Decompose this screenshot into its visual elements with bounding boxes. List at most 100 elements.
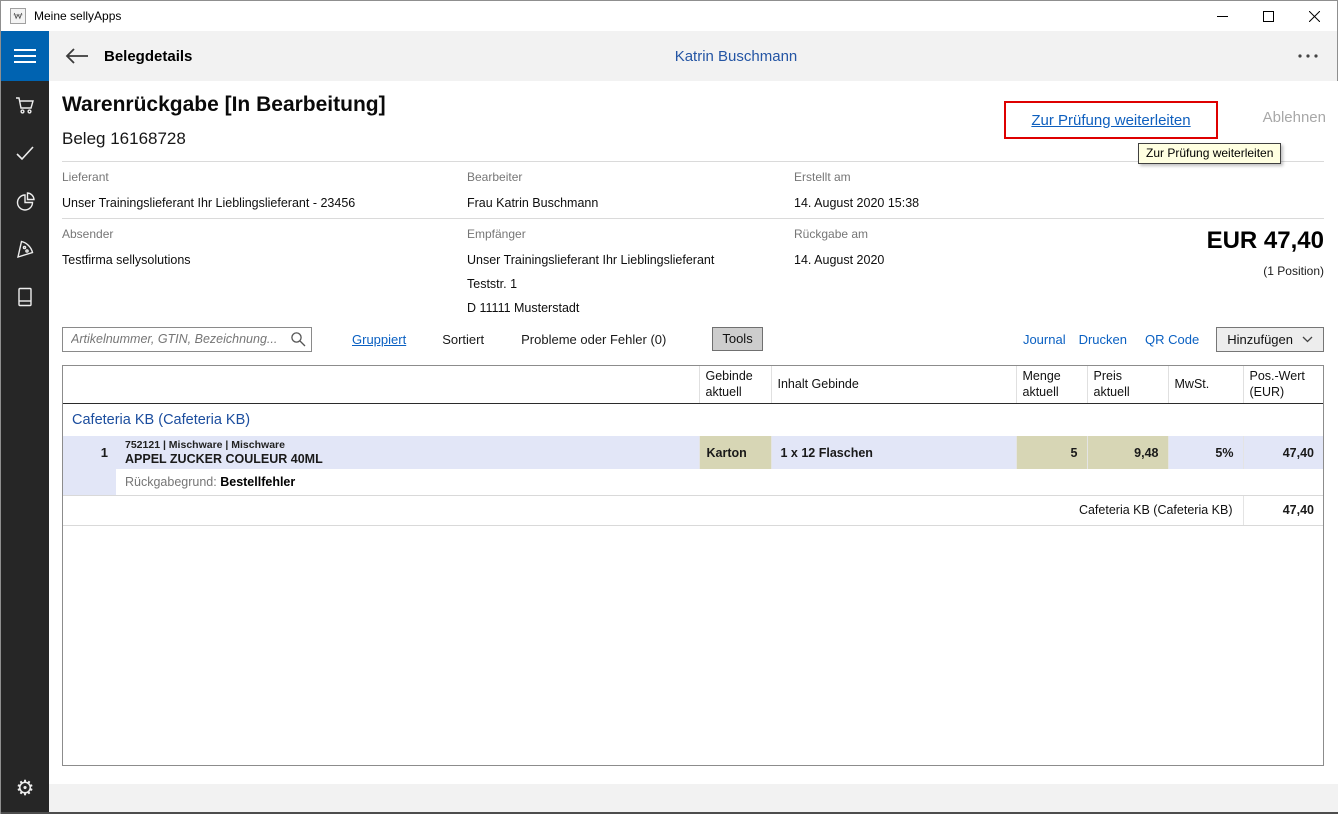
gruppiert-toggle[interactable]: Gruppiert <box>352 332 406 347</box>
info-label: Absender <box>62 227 191 241</box>
cart-icon <box>13 93 37 117</box>
back-button[interactable] <box>57 31 97 81</box>
info-value: 14. August 2020 <box>794 248 884 272</box>
item-toolbar: Gruppiert Sortiert Probleme oder Fehler … <box>62 326 1324 352</box>
title-bar: Meine sellyApps <box>1 1 1337 31</box>
info-label: Empfänger <box>467 227 714 241</box>
app-logo-icon <box>10 8 26 24</box>
inhalt-cell: 1 x 12 Flaschen <box>771 436 1016 469</box>
search-field-wrap <box>62 327 312 352</box>
sidebar-item-statistics[interactable] <box>1 177 49 225</box>
reason-cell: Rückgabegrund: Bestellfehler <box>116 469 1323 495</box>
article-name: APPEL ZUCKER COULEUR 40ML <box>125 452 699 467</box>
info-lieferant: Lieferant Unser Trainingslieferant Ihr L… <box>62 170 355 215</box>
col-header-preis[interactable]: Preis aktuell <box>1087 366 1168 403</box>
col-header-mwst[interactable]: MwSt. <box>1168 366 1243 403</box>
hinzufuegen-label: Hinzufügen <box>1227 332 1293 347</box>
preis-cell[interactable]: 9,48 <box>1087 436 1168 469</box>
divider <box>62 161 1324 162</box>
journal-link[interactable]: Journal <box>1023 332 1066 347</box>
reason-label: Rückgabegrund: <box>125 475 217 489</box>
sidebar-item-cart[interactable] <box>1 81 49 129</box>
group-header-row[interactable]: Cafeteria KB (Cafeteria KB) <box>63 403 1323 436</box>
reason-value: Bestellfehler <box>220 475 295 489</box>
info-label: Lieferant <box>62 170 355 184</box>
sortiert-toggle[interactable]: Sortiert <box>442 332 484 347</box>
menge-cell[interactable]: 5 <box>1016 436 1087 469</box>
chevron-down-icon <box>1302 336 1313 343</box>
reject-button[interactable]: Ablehnen <box>1263 109 1326 126</box>
gear-icon: ⚙ <box>16 776 35 800</box>
info-label: Rückgabe am <box>794 227 884 241</box>
col-header-menge[interactable]: Menge aktuell <box>1016 366 1087 403</box>
col-header-poswert[interactable]: Pos.-Wert (EUR) <box>1243 366 1323 403</box>
bottom-bar <box>49 784 1338 812</box>
app-header-bar: Belegdetails Katrin Buschmann <box>1 31 1337 81</box>
maximize-button[interactable] <box>1245 1 1291 31</box>
document-title: Warenrückgabe [In Bearbeitung] <box>62 93 386 117</box>
group-footer-row: Cafeteria KB (Cafeteria KB) 47,40 <box>63 495 1323 525</box>
hinzufuegen-button[interactable]: Hinzufügen <box>1216 327 1324 352</box>
total-positions: (1 Position) <box>1263 264 1324 278</box>
total-amount: EUR 47,40 <box>1207 227 1324 255</box>
forward-highlight-box: Zur Prüfung weiterleiten <box>1004 101 1218 139</box>
qr-code-link[interactable]: QR Code <box>1145 332 1199 347</box>
main-content: Warenrückgabe [In Bearbeitung] Beleg 161… <box>49 81 1338 812</box>
document-number: Beleg 16168728 <box>62 129 186 149</box>
pie-chart-icon <box>13 189 37 213</box>
position-number: 1 <box>63 436 116 469</box>
info-value-line: Teststr. 1 <box>467 272 714 296</box>
info-value: 14. August 2020 15:38 <box>794 191 919 215</box>
pizza-slice-icon <box>13 237 37 261</box>
drucken-link[interactable]: Drucken <box>1079 332 1127 347</box>
hamburger-menu-button[interactable] <box>1 31 49 81</box>
col-header-empty <box>116 366 699 403</box>
close-button[interactable] <box>1291 1 1337 31</box>
position-description[interactable]: 752121 | Mischware | Mischware APPEL ZUC… <box>116 436 699 469</box>
poswert-cell: 47,40 <box>1243 436 1323 469</box>
col-header-gebinde[interactable]: Gebinde aktuell <box>699 366 771 403</box>
col-header-inhalt[interactable]: Inhalt Gebinde <box>771 366 1016 403</box>
position-row[interactable]: 1 752121 | Mischware | Mischware APPEL Z… <box>63 436 1323 469</box>
info-erstellt-am: Erstellt am 14. August 2020 15:38 <box>794 170 919 215</box>
search-input[interactable] <box>62 327 312 352</box>
page-title: Belegdetails <box>104 31 192 81</box>
sidebar-item-settings[interactable]: ⚙ <box>1 764 49 812</box>
col-header-empty <box>63 366 116 403</box>
forward-for-review-button[interactable]: Zur Prüfung weiterleiten <box>1031 112 1190 129</box>
sidebar-item-tasks[interactable] <box>1 129 49 177</box>
current-user[interactable]: Katrin Buschmann <box>641 31 831 81</box>
more-options-button[interactable] <box>1291 31 1325 81</box>
info-value-line: D 11111 Musterstadt <box>467 296 714 320</box>
sidebar-item-specials[interactable] <box>1 225 49 273</box>
mwst-cell: 5% <box>1168 436 1243 469</box>
tools-button[interactable]: Tools <box>712 327 762 351</box>
info-value: Testfirma sellysolutions <box>62 248 191 272</box>
app-window: Meine sellyApps Belegdetails Katrin Busc… <box>0 0 1338 814</box>
search-icon[interactable] <box>290 331 306 347</box>
info-value: Frau Katrin Buschmann <box>467 191 598 215</box>
gebinde-cell[interactable]: Karton <box>699 436 771 469</box>
positions-table: Gebinde aktuell Inhalt Gebinde Menge akt… <box>62 365 1324 766</box>
divider <box>62 218 1324 219</box>
minimize-button[interactable] <box>1199 1 1245 31</box>
group-footer-name: Cafeteria KB (Cafeteria KB) <box>63 495 1243 525</box>
checkmark-icon <box>13 141 37 165</box>
window-title: Meine sellyApps <box>34 9 121 23</box>
article-meta: 752121 | Mischware | Mischware <box>125 439 699 452</box>
info-value-line: Unser Trainingslieferant Ihr Lieblingsli… <box>467 248 714 272</box>
sidebar-nav: ⚙ <box>1 81 49 812</box>
info-value: Unser Trainingslieferant Ihr Lieblingsli… <box>62 191 355 215</box>
info-rueckgabe-am: Rückgabe am 14. August 2020 <box>794 227 884 272</box>
info-empfaenger: Empfänger Unser Trainingslieferant Ihr L… <box>467 227 714 320</box>
table-header-row: Gebinde aktuell Inhalt Gebinde Menge akt… <box>63 366 1323 403</box>
group-name[interactable]: Cafeteria KB (Cafeteria KB) <box>63 403 1323 436</box>
reason-gutter <box>63 469 116 495</box>
info-bearbeiter: Bearbeiter Frau Katrin Buschmann <box>467 170 598 215</box>
forward-tooltip: Zur Prüfung weiterleiten <box>1138 143 1281 164</box>
group-footer-sum: 47,40 <box>1243 495 1323 525</box>
reason-row: Rückgabegrund: Bestellfehler <box>63 469 1323 495</box>
sidebar-item-catalog[interactable] <box>1 273 49 321</box>
info-label: Bearbeiter <box>467 170 598 184</box>
probleme-filter[interactable]: Probleme oder Fehler (0) <box>521 332 666 347</box>
